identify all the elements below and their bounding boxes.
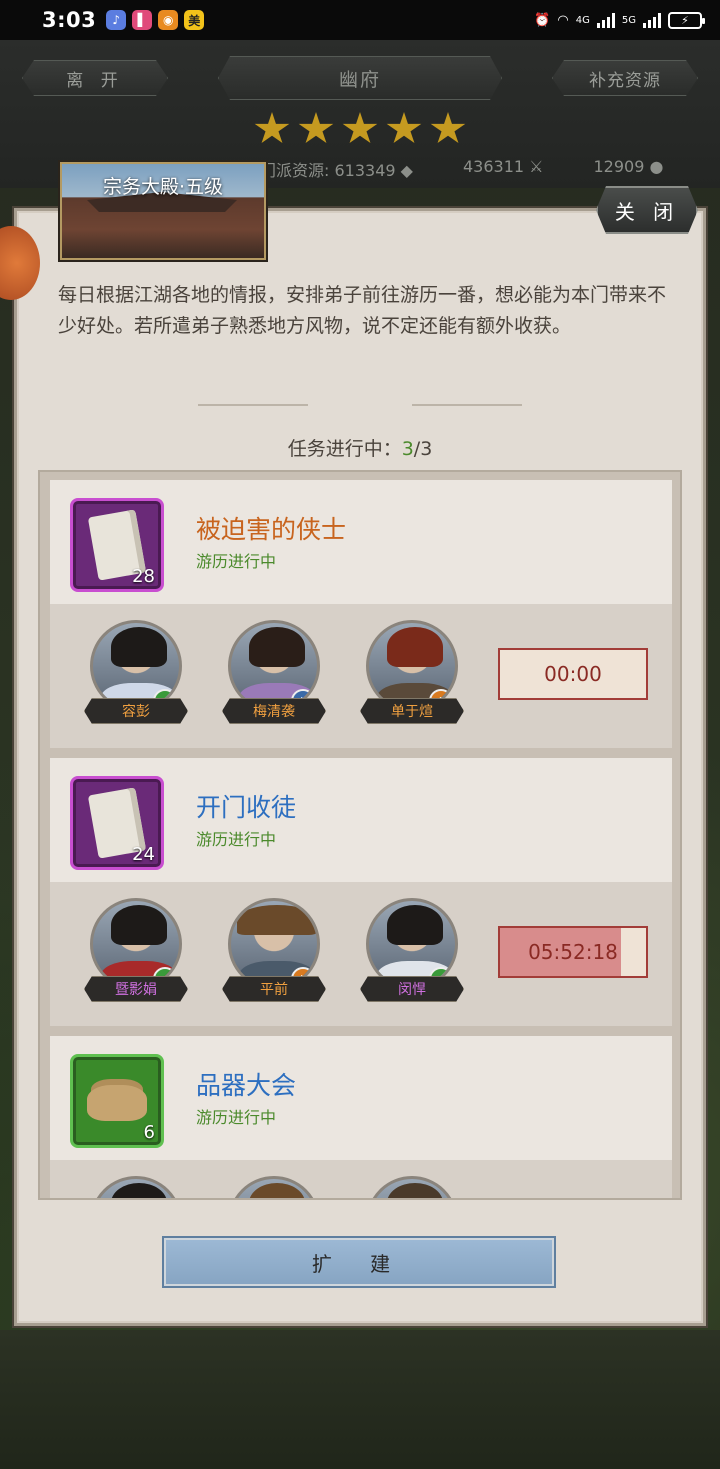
signal-icon-2 xyxy=(643,12,661,28)
mission-header: 6 品器大会 游历进行中 xyxy=(50,1036,672,1160)
close-button[interactable]: 关 闭 xyxy=(596,186,698,234)
hero-slot[interactable]: \ 平前 xyxy=(222,898,326,1002)
clock: 3:03 xyxy=(42,8,97,32)
star-icon xyxy=(386,112,422,143)
mission-timer: 00:00 xyxy=(498,648,648,700)
building-card: 宗务大殿·五级 xyxy=(60,162,266,260)
hero-name: 闵悍 xyxy=(360,976,464,1002)
horse-icon: ◆ xyxy=(400,161,413,180)
terrain-background xyxy=(0,1330,720,1469)
star-icon xyxy=(342,112,378,143)
wifi-icon: ◠ xyxy=(557,12,569,28)
mission-timer: 05:52:18 xyxy=(498,926,648,978)
expand-button[interactable]: 扩 建 xyxy=(162,1236,556,1288)
mission-team: / 暨影娟 \ 平前 / 闵悍 05:52:18 xyxy=(50,882,672,1026)
hero-slot[interactable] xyxy=(222,1176,326,1198)
weapon-icon: ⚔ xyxy=(529,157,544,176)
ore-icon: ● xyxy=(649,157,664,176)
item-count: 6 xyxy=(143,1122,155,1143)
hero-slot[interactable]: \ 梅清袭 xyxy=(222,620,326,724)
mission-progress: 任务进行中：3/3 xyxy=(287,438,433,460)
mission-status: 游历进行中 xyxy=(196,552,277,571)
mission-header: 24 开门收徒 游历进行中 xyxy=(50,758,672,882)
hero-name: 暨影娟 xyxy=(84,976,188,1002)
status-bar: 3:03 ♪ ▌ ◉ 美 ⏰ ◠ 4G 5G ⚡ xyxy=(0,0,720,40)
star-icon xyxy=(254,112,290,143)
hero-slot[interactable] xyxy=(84,1176,188,1198)
sect-resource: 门派资源: 613349 ◆ xyxy=(260,161,413,180)
mission-title: 品器大会 xyxy=(196,1071,297,1100)
reward-item[interactable]: 28 xyxy=(70,498,164,592)
meituan-app-icon: 美 xyxy=(184,10,205,30)
leave-button[interactable]: 离 开 xyxy=(22,60,168,96)
panel-description: 每日根据江湖各地的情报，安排弟子前往游历一番，想必能为本门带来不少好处。若所遣弟… xyxy=(58,284,667,337)
mission-title: 被迫害的侠士 xyxy=(196,515,347,544)
star-icon xyxy=(298,112,334,143)
battery-icon: ⚡ xyxy=(668,11,705,29)
signal-icon xyxy=(596,12,615,28)
building-title: 宗务大殿·五级 xyxy=(102,176,224,198)
location-title: 幽府 xyxy=(218,56,502,100)
hero-name: 容彭 xyxy=(84,698,188,724)
mission-card-1[interactable]: 28 被迫害的侠士 游历进行中 / 容彭 \ 梅清袭 ^ 单于煊 00:00 xyxy=(50,480,672,748)
star-rating xyxy=(254,112,466,146)
hero-name: 单于煊 xyxy=(360,698,464,724)
mission-list[interactable]: 28 被迫害的侠士 游历进行中 / 容彭 \ 梅清袭 ^ 单于煊 00:00 xyxy=(38,470,682,1200)
mission-status: 游历进行中 xyxy=(196,1108,277,1127)
hero-slot[interactable] xyxy=(360,1176,464,1198)
book-app-icon: ▌ xyxy=(132,10,153,30)
mission-status: 游历进行中 xyxy=(196,830,277,849)
alarm-icon: ⏰ xyxy=(534,12,551,28)
divider-right xyxy=(412,404,522,410)
mission-team: / 容彭 \ 梅清袭 ^ 单于煊 00:00 xyxy=(50,604,672,748)
mission-card-3[interactable]: 6 品器大会 游历进行中 xyxy=(50,1036,672,1198)
hero-slot[interactable]: / 容彭 xyxy=(84,620,188,724)
weibo-app-icon: ◉ xyxy=(158,10,179,30)
resource-bar: 门派资源: 613349 ◆ 436311 ⚔ 12909 ● xyxy=(260,157,663,181)
hero-slot[interactable]: ^ 单于煊 xyxy=(360,620,464,724)
bag-icon xyxy=(87,1085,147,1121)
hero-slot[interactable]: / 暨影娟 xyxy=(84,898,188,1002)
third-resource: 12909 ● xyxy=(593,157,664,176)
hero-portrait xyxy=(228,1176,320,1198)
star-icon xyxy=(430,112,466,143)
mission-title: 开门收徒 xyxy=(196,793,297,822)
hero-name: 梅清袭 xyxy=(222,698,326,724)
divider-left xyxy=(198,404,308,410)
hero-portrait xyxy=(90,1176,182,1198)
notification-icons: ♪ ▌ ◉ 美 xyxy=(106,10,205,30)
mission-team xyxy=(50,1160,672,1198)
second-resource: 436311 ⚔ xyxy=(462,157,544,176)
music-app-icon: ♪ xyxy=(106,10,127,30)
hero-slot[interactable]: / 闵悍 xyxy=(360,898,464,1002)
replenish-resources-button[interactable]: 补充资源 xyxy=(552,60,698,96)
mission-header: 28 被迫害的侠士 游历进行中 xyxy=(50,480,672,604)
reward-item[interactable]: 6 xyxy=(70,1054,164,1148)
network-type-1: 4G xyxy=(575,14,590,26)
mission-card-2[interactable]: 24 开门收徒 游历进行中 / 暨影娟 \ 平前 / 闵悍 05:52:18 xyxy=(50,758,672,1026)
network-type-2: 5G xyxy=(621,14,636,26)
hero-portrait xyxy=(366,1176,458,1198)
item-count: 24 xyxy=(132,844,155,865)
reward-item[interactable]: 24 xyxy=(70,776,164,870)
system-icons: ⏰ ◠ 4G 5G ⚡ xyxy=(534,11,705,29)
item-count: 28 xyxy=(132,566,155,587)
hero-name: 平前 xyxy=(222,976,326,1002)
